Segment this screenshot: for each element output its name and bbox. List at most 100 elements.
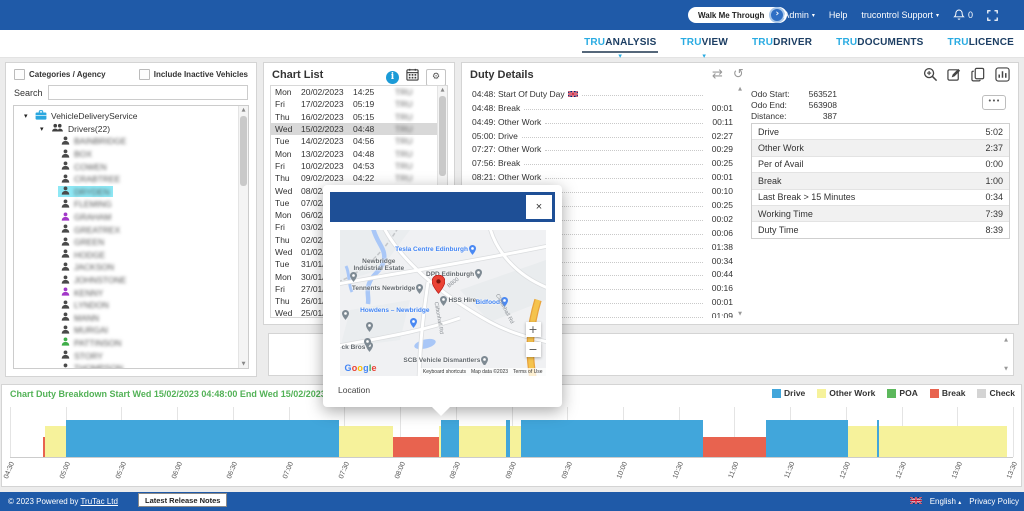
- tab-trudriver[interactable]: TRUDRIVER: [750, 34, 814, 53]
- chart-list-row[interactable]: Fri10/02/202304:53TRU: [271, 160, 447, 172]
- scroll-up-icon[interactable]: ▲: [738, 86, 742, 92]
- driver-item[interactable]: GREEN: [18, 236, 238, 249]
- duty-row[interactable]: 04:48: Start Of Duty Day: [468, 85, 745, 99]
- tab-trulicence[interactable]: TRULICENCE: [946, 34, 1016, 53]
- edit-icon[interactable]: [947, 67, 962, 87]
- driver-item[interactable]: STORY: [18, 349, 238, 362]
- fullscreen-icon[interactable]: [987, 10, 998, 21]
- tree-expand-icon[interactable]: ▾: [24, 112, 31, 120]
- timeline-segment-other_work[interactable]: [339, 426, 393, 457]
- driver-item[interactable]: FLEMING: [18, 198, 238, 211]
- duty-row[interactable]: 07:56: Break00:25: [468, 154, 745, 168]
- map-label: SCB Vehicle Dismantlers: [403, 356, 488, 366]
- driver-item[interactable]: JACKSON: [18, 261, 238, 274]
- info-icon[interactable]: i: [386, 71, 399, 84]
- privacy-policy-link[interactable]: Privacy Policy: [969, 497, 1019, 506]
- timeline-segment-other_work[interactable]: [879, 426, 1007, 457]
- scroll-up-icon[interactable]: ▲: [239, 106, 248, 114]
- driver-item[interactable]: BOX: [18, 148, 238, 161]
- duty-row[interactable]: 05:00: Drive02:27: [468, 127, 745, 141]
- bar-chart-icon[interactable]: [995, 67, 1010, 87]
- chart-list-row[interactable]: Thu16/02/202305:15TRU: [271, 111, 447, 123]
- support-menu[interactable]: trucontrol Support▾: [861, 10, 939, 20]
- walk-me-through-button[interactable]: Walk Me Through ›: [688, 7, 787, 23]
- duty-row[interactable]: 08:21: Other Work00:01: [468, 168, 745, 182]
- tab-truview[interactable]: TRUVIEW▾: [678, 34, 730, 53]
- help-link[interactable]: Help: [829, 10, 848, 20]
- language-selector[interactable]: English ▴: [930, 497, 962, 506]
- driver-item[interactable]: KENNY: [18, 286, 238, 299]
- chart-list-row[interactable]: Tue14/02/202304:56TRU: [271, 135, 447, 147]
- calendar-icon[interactable]: [406, 68, 419, 86]
- map-attribution-item[interactable]: Keyboard shortcuts: [423, 369, 466, 375]
- person-icon: [61, 350, 70, 361]
- categories-agency-checkbox[interactable]: Categories / Agency: [14, 69, 106, 80]
- scroll-down-icon[interactable]: ▼: [1004, 366, 1008, 372]
- map-zoom-out-button[interactable]: −: [526, 342, 541, 357]
- timeline-segment-drive[interactable]: [66, 420, 339, 457]
- chart-list-row[interactable]: Wed15/02/202304:48TRU: [271, 123, 447, 135]
- close-icon[interactable]: ×: [526, 195, 552, 219]
- driver-item[interactable]: BAINBRIDGE: [18, 135, 238, 148]
- timeline-segment-break[interactable]: [393, 437, 439, 457]
- chart-list-row[interactable]: Fri17/02/202305:19TRU: [271, 98, 447, 110]
- driver-item[interactable]: HODGE: [18, 249, 238, 262]
- trutac-link[interactable]: TruTac Ltd: [80, 497, 118, 506]
- driver-item[interactable]: JOHNSTONE: [18, 274, 238, 287]
- tree-scrollbar[interactable]: ▲ ▼: [238, 106, 248, 368]
- driver-item[interactable]: CRABTREE: [18, 173, 238, 186]
- tree-expand-icon[interactable]: ▾: [40, 125, 47, 133]
- driver-item[interactable]: THOMPSON: [18, 362, 238, 369]
- admin-menu[interactable]: Admin▾: [783, 10, 815, 20]
- map[interactable]: Tesla Centre EdinburghNewbridge Industri…: [340, 230, 546, 376]
- driver-item[interactable]: PATTINSON: [18, 337, 238, 350]
- notifications-bell-icon[interactable]: 0: [953, 9, 973, 21]
- map-zoom-in-button[interactable]: +: [526, 322, 541, 337]
- timeline-segment-other_work[interactable]: [510, 426, 521, 457]
- undo-icon[interactable]: ↺: [733, 67, 744, 82]
- timeline-segment-other_work[interactable]: [459, 426, 505, 457]
- include-inactive-vehicles-checkbox[interactable]: Include Inactive Vehicles: [139, 69, 248, 80]
- map-label: Tesla Centre Edinburgh: [395, 245, 476, 255]
- driver-item[interactable]: COWEN: [18, 160, 238, 173]
- duty-row[interactable]: 04:48: Break00:01: [468, 99, 745, 113]
- chart-list-row[interactable]: Mon20/02/202314:25TRU: [271, 86, 447, 98]
- chart-list-row[interactable]: Mon13/02/202304:48TRU: [271, 147, 447, 159]
- tab-truanalysis[interactable]: TRUANALYSIS▾: [582, 34, 658, 53]
- map-attribution-item[interactable]: Terms of Use: [513, 369, 542, 375]
- tab-trudocuments[interactable]: TRUDOCUMENTS: [834, 34, 925, 53]
- timeline-segment-drive[interactable]: [521, 420, 703, 457]
- driver-item[interactable]: LYNDON: [18, 299, 238, 312]
- location-marker-icon[interactable]: [432, 275, 445, 293]
- more-options-button[interactable]: •••: [982, 95, 1006, 110]
- driver-item[interactable]: GRAHAM: [18, 211, 238, 224]
- driver-item[interactable]: MANN: [18, 312, 238, 325]
- copy-icon[interactable]: [971, 67, 986, 87]
- swap-icon[interactable]: ⇄: [712, 67, 723, 82]
- map-attribution-item[interactable]: Map data ©2023: [471, 369, 508, 375]
- timeline-segment-drive[interactable]: [766, 420, 848, 457]
- timeline-segment-other_work[interactable]: [45, 426, 65, 457]
- search-input[interactable]: [48, 85, 248, 100]
- chart-list-row[interactable]: Thu09/02/202304:22TRU: [271, 172, 447, 184]
- scroll-down-icon[interactable]: ▼: [239, 360, 248, 368]
- driver-item[interactable]: MURGAI: [18, 324, 238, 337]
- gear-icon[interactable]: ⚙: [426, 69, 446, 86]
- latest-release-notes-button[interactable]: Latest Release Notes: [138, 493, 227, 507]
- driver-item[interactable]: GREATREX: [18, 223, 238, 236]
- driver-item[interactable]: DRYDEN: [18, 186, 238, 199]
- scroll-down-icon[interactable]: ▼: [738, 311, 742, 317]
- tree-root-vehicledeliveryservice[interactable]: ▾VehicleDeliveryService: [18, 110, 238, 123]
- scroll-up-icon[interactable]: ▲: [1004, 337, 1008, 343]
- timeline-segment-drive[interactable]: [441, 420, 460, 457]
- map-pin-icon: [350, 272, 408, 282]
- legend-item-other-work: Other Work: [817, 388, 875, 398]
- zoom-icon[interactable]: [923, 67, 938, 87]
- duty-row[interactable]: 07:27: Other Work00:29: [468, 141, 745, 155]
- timeline-segment-other_work[interactable]: [848, 426, 878, 457]
- timeline-segment-break[interactable]: [703, 437, 766, 457]
- scroll-up-icon[interactable]: ▲: [438, 86, 447, 94]
- duty-row[interactable]: 04:49: Other Work00:11: [468, 113, 745, 127]
- person-icon: [61, 312, 70, 323]
- tree-group-drivers[interactable]: ▾Drivers(22): [18, 123, 238, 136]
